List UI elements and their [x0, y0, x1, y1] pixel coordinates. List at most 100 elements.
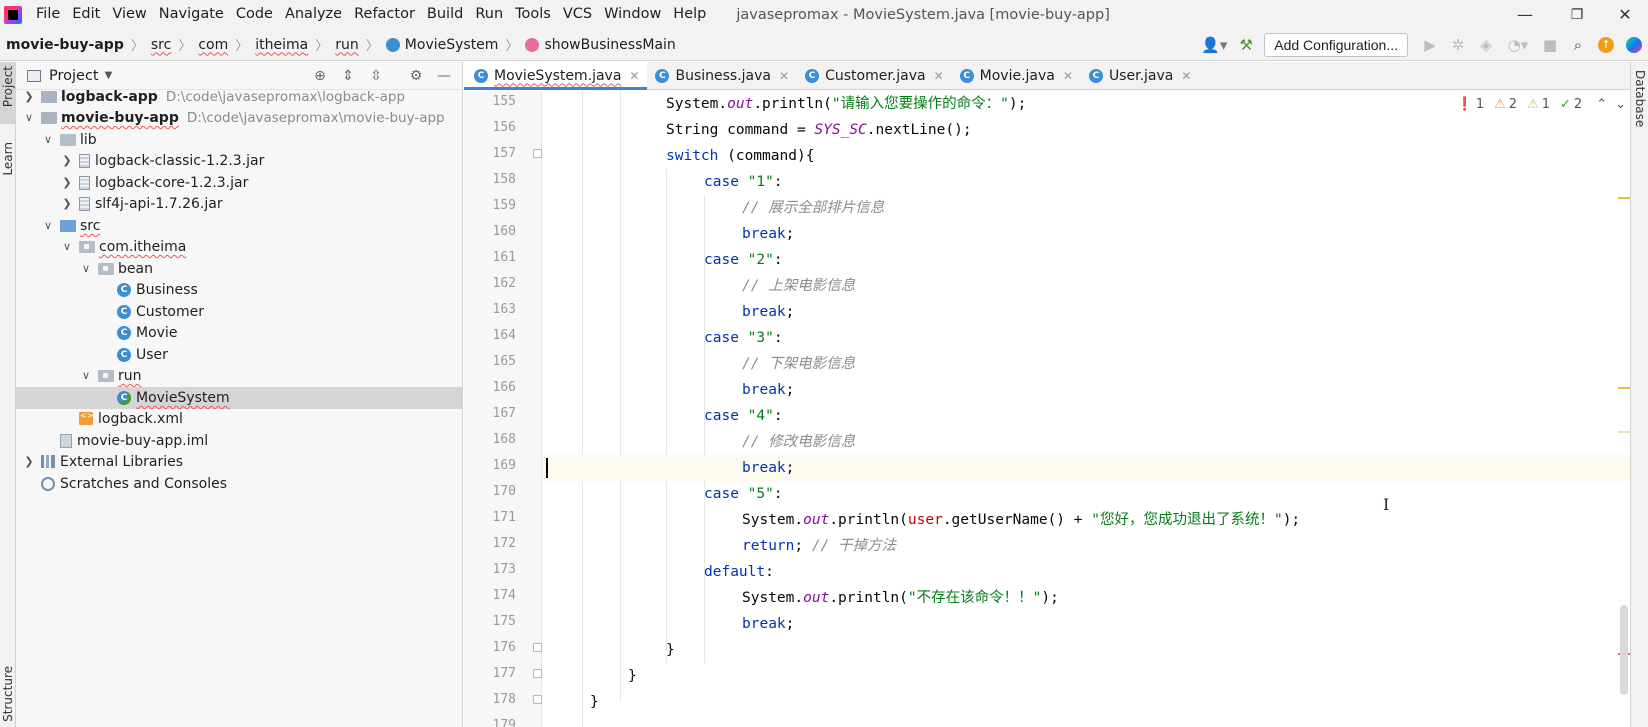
chevron-right-icon[interactable]: ❯ — [22, 90, 36, 103]
chevron-down-icon[interactable]: ∨ — [79, 369, 93, 382]
database-tool-button[interactable]: Database — [1633, 70, 1647, 127]
tree-item-lib[interactable]: ∨ lib — [16, 129, 463, 151]
update-icon[interactable]: ↑ — [1592, 31, 1620, 59]
vertical-scrollbar-thumb[interactable] — [1620, 605, 1628, 695]
editor-gutter[interactable]: 155 156 157 158 159 160 161 162 163 164 … — [464, 91, 542, 727]
menu-code[interactable]: Code — [230, 0, 279, 29]
chevron-right-icon[interactable]: ❯ — [22, 455, 36, 468]
inspection-widget[interactable]: ❗ 1 ⚠ 2 ⚠ 1 ✓ 2 ⌃ ⌄ — [1446, 97, 1626, 112]
chevron-down-icon[interactable]: ∨ — [60, 240, 74, 253]
fold-marker-icon[interactable] — [533, 643, 542, 652]
chevron-right-icon[interactable]: ❯ — [60, 154, 74, 167]
tab-user[interactable]: C User.java ✕ — [1081, 62, 1199, 89]
menu-file[interactable]: File — [30, 0, 66, 29]
menu-help[interactable]: Help — [667, 0, 712, 29]
gear-icon[interactable]: ⚙ — [402, 68, 430, 84]
weak-warning-count[interactable]: ⚠ 1 — [1527, 97, 1550, 112]
close-icon[interactable]: ✕ — [629, 69, 639, 83]
menu-analyze[interactable]: Analyze — [279, 0, 348, 29]
tree-item-user[interactable]: C User — [16, 344, 463, 366]
hide-icon[interactable]: — — [430, 68, 458, 84]
tree-item-com-itheima[interactable]: ∨ com.itheima — [16, 236, 463, 258]
breadcrumb-com[interactable]: com — [198, 37, 228, 53]
tree-item-iml[interactable]: movie-buy-app.iml — [16, 430, 463, 452]
restore-icon[interactable]: ❐ — [1554, 0, 1600, 29]
fold-marker-icon[interactable] — [533, 149, 542, 158]
menu-edit[interactable]: Edit — [66, 0, 106, 29]
tree-item-run[interactable]: ∨ run — [16, 365, 463, 387]
close-icon[interactable]: ✕ — [779, 69, 789, 83]
run-icon[interactable]: ▶ — [1416, 31, 1444, 59]
structure-tool-button[interactable]: Structure — [1, 666, 15, 722]
jetbrains-icon[interactable] — [1620, 31, 1648, 59]
menu-refactor[interactable]: Refactor — [348, 0, 421, 29]
coverage-icon[interactable]: ◈ — [1472, 31, 1500, 59]
menu-tools[interactable]: Tools — [509, 0, 557, 29]
chevron-down-icon[interactable]: ∨ — [41, 133, 55, 146]
weak-warning-mark[interactable] — [1618, 431, 1630, 433]
chevron-right-icon[interactable]: ❯ — [60, 176, 74, 189]
tree-item-movie-buy-app[interactable]: ∨ movie-buy-app D:\code\javasepromax\mov… — [16, 107, 463, 129]
tree-item-logback-core-jar[interactable]: ❯ logback-core-1.2.3.jar — [16, 172, 463, 194]
tree-item-logback-classic-jar[interactable]: ❯ logback-classic-1.2.3.jar — [16, 150, 463, 172]
tab-movie[interactable]: C Movie.java ✕ — [952, 62, 1081, 89]
tree-item-src[interactable]: ∨ src — [16, 215, 463, 237]
menu-navigate[interactable]: Navigate — [153, 0, 230, 29]
tab-moviesystem[interactable]: C MovieSystem.java ✕ — [464, 62, 648, 90]
tab-customer[interactable]: C Customer.java ✕ — [797, 62, 952, 89]
close-icon[interactable]: ✕ — [1063, 69, 1073, 83]
previous-highlight-icon[interactable]: ⌃ — [1596, 97, 1607, 112]
close-icon[interactable]: ✕ — [1602, 0, 1648, 29]
chevron-down-icon[interactable]: ∨ — [79, 262, 93, 275]
breadcrumb-moviesystem[interactable]: MovieSystem — [385, 37, 498, 53]
user-icon[interactable]: 👤▾ — [1196, 31, 1232, 59]
breadcrumb-project[interactable]: movie-buy-app — [6, 37, 124, 53]
debug-icon[interactable]: ✲ — [1444, 31, 1472, 59]
tree-item-scratches[interactable]: Scratches and Consoles — [16, 473, 463, 495]
warning-mark[interactable] — [1618, 387, 1630, 389]
tree-item-logback-app[interactable]: ❯ logback-app D:\code\javasepromax\logba… — [16, 86, 463, 108]
locate-icon[interactable]: ⊕ — [306, 68, 334, 84]
breadcrumb-run[interactable]: run — [335, 37, 359, 53]
menu-view[interactable]: View — [106, 0, 152, 29]
error-count[interactable]: ❗ 1 — [1457, 97, 1484, 112]
tab-business[interactable]: C Business.java ✕ — [647, 62, 797, 89]
typo-count[interactable]: ✓ 2 — [1560, 97, 1582, 112]
stop-icon[interactable]: ■ — [1536, 31, 1564, 59]
tree-item-moviesystem[interactable]: C MovieSystem — [16, 387, 463, 409]
search-icon[interactable]: ⌕ — [1564, 31, 1592, 59]
tree-item-bean[interactable]: ∨ bean — [16, 258, 463, 280]
breadcrumb-method[interactable]: showBusinessMain — [525, 37, 676, 53]
collapse-all-icon[interactable]: ⇳ — [362, 68, 390, 84]
fold-marker-icon[interactable] — [533, 669, 542, 678]
tree-item-slf4j-jar[interactable]: ❯ slf4j-api-1.7.26.jar — [16, 193, 463, 215]
build-hammer-icon[interactable]: ⚒ — [1232, 31, 1260, 59]
menu-vcs[interactable]: VCS — [557, 0, 598, 29]
project-tool-button[interactable]: Project — [1, 66, 15, 107]
chevron-right-icon[interactable]: ❯ — [60, 197, 74, 210]
tree-item-logback-xml[interactable]: logback.xml — [16, 408, 463, 430]
expand-all-icon[interactable]: ⇕ — [334, 68, 362, 84]
tree-item-business[interactable]: C Business — [16, 279, 463, 301]
menu-window[interactable]: Window — [598, 0, 667, 29]
warning-count[interactable]: ⚠ 2 — [1494, 97, 1517, 112]
profile-icon[interactable]: ◔▾ — [1500, 31, 1536, 59]
warning-mark[interactable] — [1618, 197, 1630, 199]
menu-build[interactable]: Build — [421, 0, 469, 29]
project-panel-title[interactable]: Project — [49, 68, 99, 84]
code-editor[interactable]: System.out.println("请输入您要操作的命令："); Strin… — [542, 91, 1630, 727]
close-icon[interactable]: ✕ — [934, 69, 944, 83]
fold-marker-icon[interactable] — [533, 695, 542, 704]
close-icon[interactable]: ✕ — [1181, 69, 1191, 83]
menu-run[interactable]: Run — [469, 0, 509, 29]
tree-item-customer[interactable]: C Customer — [16, 301, 463, 323]
chevron-down-icon[interactable]: ▼ — [105, 70, 113, 81]
add-configuration-button[interactable]: Add Configuration... — [1264, 33, 1408, 57]
breadcrumb-itheima[interactable]: itheima — [255, 37, 308, 53]
learn-tool-button[interactable]: Learn — [1, 142, 15, 176]
minimize-icon[interactable]: — — [1502, 0, 1548, 29]
tree-item-external-libraries[interactable]: ❯ External Libraries — [16, 451, 463, 473]
tree-item-movie[interactable]: C Movie — [16, 322, 463, 344]
chevron-down-icon[interactable]: ∨ — [41, 219, 55, 232]
chevron-down-icon[interactable]: ∨ — [22, 111, 36, 124]
